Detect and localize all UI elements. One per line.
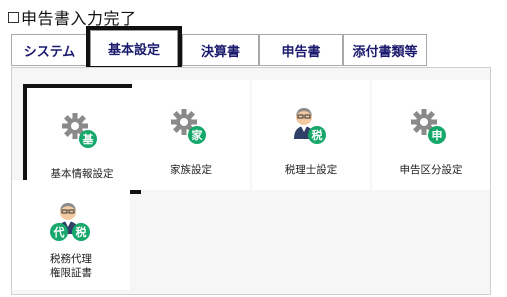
tab-attachments-label: 添付書類等 bbox=[352, 44, 418, 60]
tile-family-settings[interactable]: 家 家族設定 bbox=[132, 80, 250, 190]
tile-tax-agent-authorization[interactable]: 代 税 税務代理 権限証書 bbox=[12, 180, 130, 290]
tile-label: 税理士設定 bbox=[284, 164, 338, 176]
badge-icon: 税 bbox=[72, 223, 90, 241]
tab-basic-settings[interactable]: 基本設定 bbox=[86, 26, 182, 70]
badge-icon: 基 bbox=[79, 130, 97, 148]
tile-label-line1: 税務代理 bbox=[50, 253, 92, 265]
tab-tax-return-label: 申告書 bbox=[281, 44, 321, 60]
gear-icon: 家 bbox=[169, 105, 213, 149]
badge-icon: 家 bbox=[188, 126, 206, 144]
tab-financial-statements-label: 決算書 bbox=[200, 44, 240, 60]
badge-icon: 代 bbox=[50, 223, 68, 241]
tab-basic-settings-label: 基本設定 bbox=[107, 43, 160, 58]
tab-system[interactable]: システム bbox=[11, 34, 88, 66]
tab-financial-statements[interactable]: 決算書 bbox=[182, 34, 259, 66]
gear-icon: 申 bbox=[409, 105, 453, 149]
completion-row[interactable]: 申告書入力完了 bbox=[8, 6, 137, 28]
tile-label: 申告区分設定 bbox=[399, 164, 463, 176]
tile-tax-accountant-settings[interactable]: 税 税理士設定 bbox=[252, 80, 370, 190]
tile-label: 家族設定 bbox=[170, 164, 212, 176]
tile-label-line2: 権限証書 bbox=[50, 267, 92, 279]
person-icon: 代 税 bbox=[49, 200, 93, 244]
tab-attachments[interactable]: 添付書類等 bbox=[343, 34, 427, 66]
settings-panel: 基 基本情報設定 家 家族設定 税 税理士設定 申 申告区分設定 代 税 税務代… bbox=[11, 67, 491, 295]
tile-basic-info-settings[interactable]: 基 基本情報設定 bbox=[23, 84, 141, 194]
tile-filing-category-settings[interactable]: 申 申告区分設定 bbox=[372, 80, 490, 190]
tab-tax-return[interactable]: 申告書 bbox=[259, 34, 343, 66]
tab-bar: システム 基本設定 決算書 申告書 添付書類等 bbox=[11, 26, 427, 70]
completion-checkbox[interactable] bbox=[8, 11, 19, 23]
tab-system-label: システム bbox=[23, 44, 76, 60]
person-icon: 税 bbox=[289, 105, 333, 149]
tile-label: 税務代理 権限証書 bbox=[50, 252, 92, 280]
badge-icon: 申 bbox=[428, 126, 446, 144]
badge-icon: 税 bbox=[308, 126, 326, 144]
gear-icon: 基 bbox=[60, 109, 104, 153]
tile-label: 基本情報設定 bbox=[50, 168, 114, 180]
